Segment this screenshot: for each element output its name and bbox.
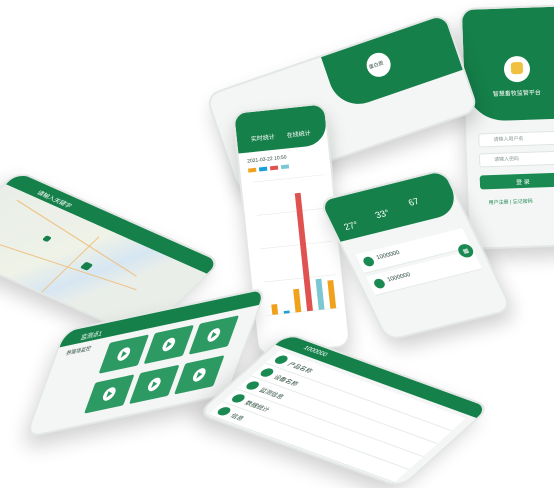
legend-swatch <box>248 167 257 173</box>
video-tile[interactable] <box>143 324 195 365</box>
chart-legend <box>248 164 290 173</box>
tab-online[interactable]: 在线统计 <box>286 128 312 139</box>
video-tile[interactable] <box>174 355 225 395</box>
map-marker[interactable] <box>79 261 94 271</box>
logo-text: 智慧畜牧监管平台 <box>492 90 541 98</box>
grid-line <box>263 274 336 283</box>
video-tile[interactable] <box>98 334 150 374</box>
temp-1: 27° <box>342 219 360 233</box>
play-icon <box>191 366 208 383</box>
play-icon <box>101 386 118 402</box>
bar[interactable] <box>327 279 337 309</box>
status-dot <box>372 277 387 290</box>
grid-line <box>260 240 333 250</box>
item-title: 1000000 <box>386 272 412 284</box>
grid-line <box>253 174 326 183</box>
grid-line <box>267 307 340 316</box>
password-input[interactable]: 请输入密码 <box>478 150 554 168</box>
legend-swatch <box>280 164 290 170</box>
play-icon <box>205 327 223 343</box>
video-tile[interactable] <box>84 374 135 414</box>
legend-swatch <box>269 165 279 171</box>
grid-line <box>256 207 329 216</box>
play-icon <box>115 346 133 362</box>
item-title: 信息 <box>228 413 245 423</box>
item-title: 1000000 <box>375 250 401 262</box>
status-dot <box>361 255 376 268</box>
legend-swatch <box>258 166 268 172</box>
map-marker[interactable] <box>41 235 53 243</box>
chart-date: 2021-03-22 10:50 <box>246 154 287 165</box>
login-button[interactable]: 登 录 <box>479 172 554 190</box>
temp-3: 67 <box>406 196 421 208</box>
video-sub: 养殖场监控 <box>64 345 92 358</box>
video-tile[interactable] <box>129 364 180 405</box>
bar[interactable] <box>315 278 325 311</box>
bar[interactable] <box>293 288 302 313</box>
login-phone: 智慧畜牧监管平台 请输入用户名 请输入密码 登 录 用户注册 | 忘记密码 <box>459 4 554 250</box>
profile-header: 蛋白质 <box>321 14 463 113</box>
temp-2: 33° <box>373 207 392 221</box>
play-icon <box>146 376 163 393</box>
phone-mockup-collage: 智慧畜牧监管平台 请输入用户名 请输入密码 登 录 用户注册 | 忘记密码 蛋白… <box>0 0 554 488</box>
play-icon <box>160 336 178 353</box>
video-tile[interactable] <box>188 315 240 355</box>
tab-realtime[interactable]: 实时统计 <box>250 132 276 143</box>
app-logo <box>503 55 531 83</box>
detail-title: 1000000 <box>301 345 329 358</box>
login-footer[interactable]: 用户注册 | 忘记密码 <box>488 198 533 207</box>
login-header: 智慧畜牧监管平台 <box>461 6 554 122</box>
bar[interactable] <box>271 304 279 315</box>
device-header: 27° 33° 67 <box>320 170 463 242</box>
username-input[interactable]: 请输入用户名 <box>478 130 554 148</box>
video-title: 监测点1 <box>79 330 103 343</box>
chart-header: 实时统计 在线统计 <box>234 104 328 154</box>
